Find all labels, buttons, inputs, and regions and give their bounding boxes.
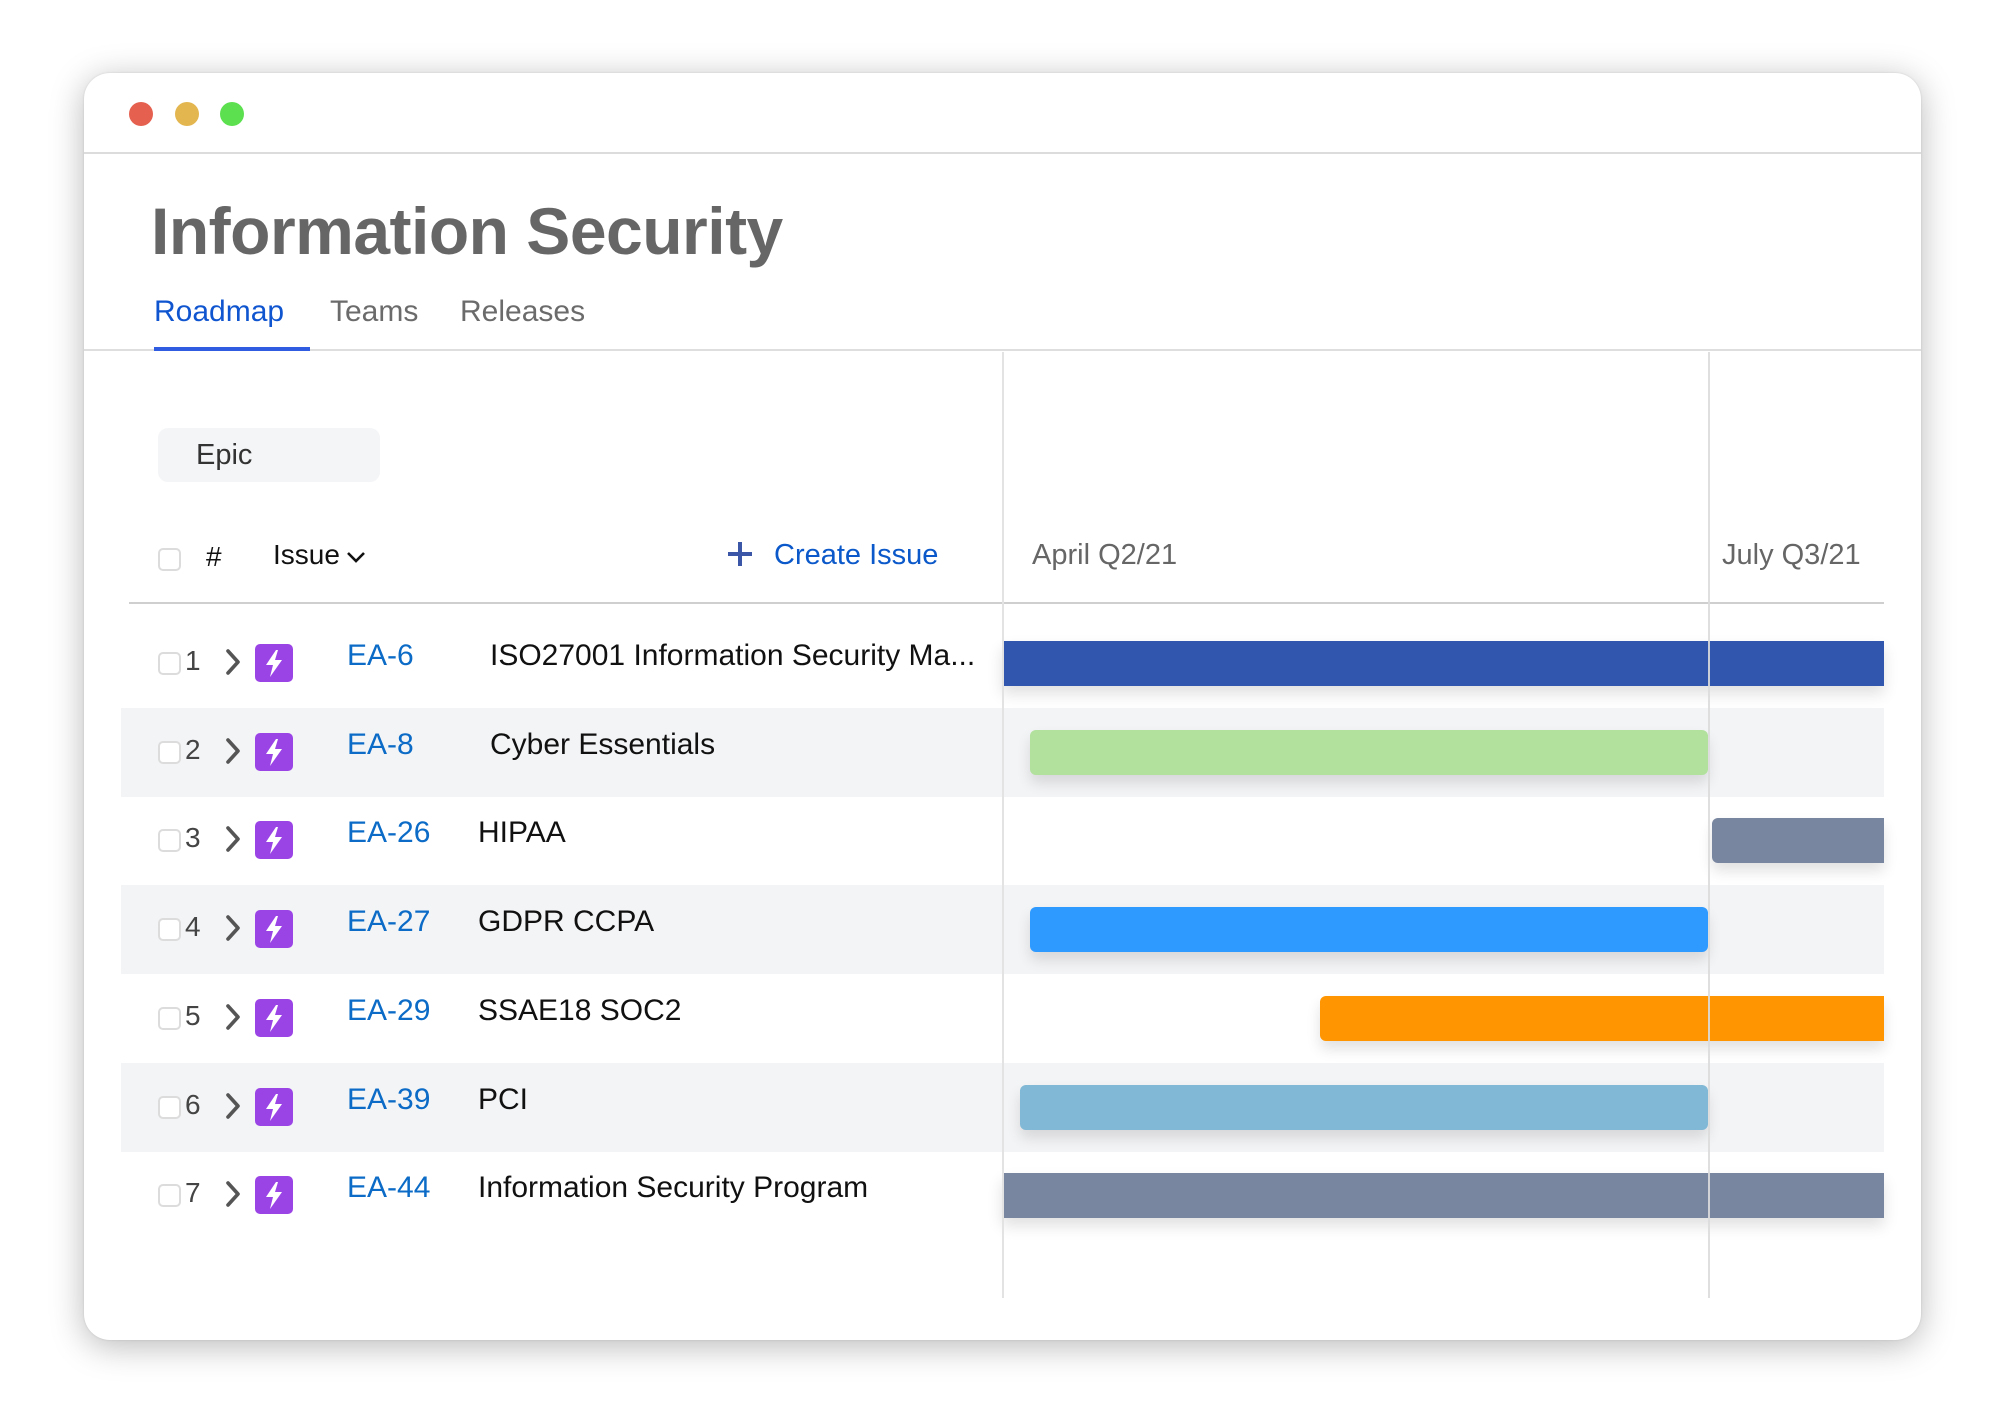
tab-releases[interactable]: Releases — [460, 295, 585, 329]
expand-chevron-icon[interactable] — [223, 822, 245, 856]
issue-key-link[interactable]: EA-44 — [347, 1171, 430, 1205]
window-maximize-button[interactable] — [220, 102, 244, 126]
column-header-issue-label: Issue — [273, 539, 340, 570]
timeline-bar-ea-26[interactable] — [1711, 818, 1884, 864]
tabs-divider — [84, 349, 1921, 351]
issue-summary[interactable]: Information Security Program — [478, 1171, 868, 1205]
epic-lightning-icon — [255, 1087, 293, 1126]
tab-teams[interactable]: Teams — [330, 295, 418, 329]
timeline-period-april-q2: April Q2/21 — [1032, 539, 1178, 571]
timeline-bar-ea-8[interactable] — [1030, 729, 1708, 775]
epic-lightning-icon — [255, 998, 293, 1037]
expand-chevron-icon[interactable] — [223, 1000, 245, 1034]
issue-summary[interactable]: Cyber Essentials — [490, 728, 715, 762]
timeline-left-border — [1002, 352, 1004, 1298]
row-checkbox[interactable] — [158, 1006, 181, 1030]
timeline-quarter-divider — [1708, 352, 1710, 1298]
issue-key-link[interactable]: EA-27 — [347, 905, 430, 939]
expand-chevron-icon[interactable] — [223, 645, 245, 679]
create-issue-label: Create Issue — [774, 539, 939, 571]
expand-chevron-icon[interactable] — [223, 734, 245, 768]
chevron-down-icon — [346, 539, 366, 571]
active-tab-indicator — [154, 347, 310, 351]
timeline-bar-ea-39[interactable] — [1019, 1084, 1708, 1130]
row-checkbox[interactable] — [158, 1184, 181, 1208]
epic-lightning-icon — [255, 732, 293, 771]
row-checkbox[interactable] — [158, 1095, 181, 1119]
epic-lightning-icon — [255, 821, 293, 860]
timeline-bar-ea-29[interactable] — [1319, 995, 1884, 1041]
timeline-period-july-q3: July Q3/21 — [1722, 539, 1861, 571]
create-issue-button[interactable]: Create Issue — [728, 539, 938, 572]
expand-chevron-icon[interactable] — [223, 1089, 245, 1123]
issue-summary[interactable]: HIPAA — [478, 816, 566, 850]
expand-chevron-icon[interactable] — [223, 911, 245, 945]
row-checkbox[interactable] — [158, 918, 181, 942]
issue-key-link[interactable]: EA-6 — [347, 639, 414, 673]
window-minimize-button[interactable] — [175, 102, 199, 126]
titlebar-divider — [84, 152, 1921, 154]
issue-key-link[interactable]: EA-26 — [347, 816, 430, 850]
issue-key-link[interactable]: EA-39 — [347, 1083, 430, 1117]
row-number: 7 — [185, 1177, 201, 1209]
row-checkbox[interactable] — [158, 740, 181, 764]
row-number: 3 — [185, 822, 201, 854]
epic-filter-button[interactable]: Epic — [158, 428, 380, 482]
plus-icon — [728, 542, 752, 566]
expand-chevron-icon[interactable] — [223, 1177, 245, 1211]
app-window: Information Security Roadmap Teams Relea… — [84, 73, 1921, 1340]
epic-lightning-icon — [255, 644, 293, 682]
table-header-divider — [129, 602, 1884, 604]
column-header-number: # — [206, 541, 222, 572]
column-header-issue[interactable]: Issue — [273, 539, 366, 571]
issue-summary[interactable]: GDPR CCPA — [478, 905, 654, 939]
issue-summary[interactable]: ISO27001 Information Security Ma... — [490, 639, 975, 673]
issue-summary[interactable]: SSAE18 SOC2 — [478, 994, 681, 1028]
row-number: 5 — [185, 999, 201, 1031]
epic-lightning-icon — [255, 1176, 293, 1215]
timeline-bar-ea-6[interactable] — [1002, 641, 1884, 686]
row-checkbox[interactable] — [158, 652, 181, 675]
row-number: 4 — [185, 911, 201, 943]
timeline-bar-ea-27[interactable] — [1030, 907, 1708, 953]
issue-key-link[interactable]: EA-29 — [347, 994, 430, 1028]
issue-summary[interactable]: PCI — [478, 1083, 528, 1117]
timeline-bar-ea-44[interactable] — [1002, 1173, 1884, 1219]
issue-key-link[interactable]: EA-8 — [347, 728, 414, 762]
row-number: 2 — [185, 733, 201, 765]
row-number: 6 — [185, 1088, 201, 1120]
epic-lightning-icon — [255, 910, 293, 949]
page-title: Information Security — [151, 194, 783, 268]
window-close-button[interactable] — [129, 102, 153, 126]
row-checkbox[interactable] — [158, 829, 181, 853]
select-all-checkbox[interactable] — [158, 548, 181, 571]
tab-roadmap[interactable]: Roadmap — [154, 295, 284, 329]
row-number: 1 — [185, 645, 201, 676]
